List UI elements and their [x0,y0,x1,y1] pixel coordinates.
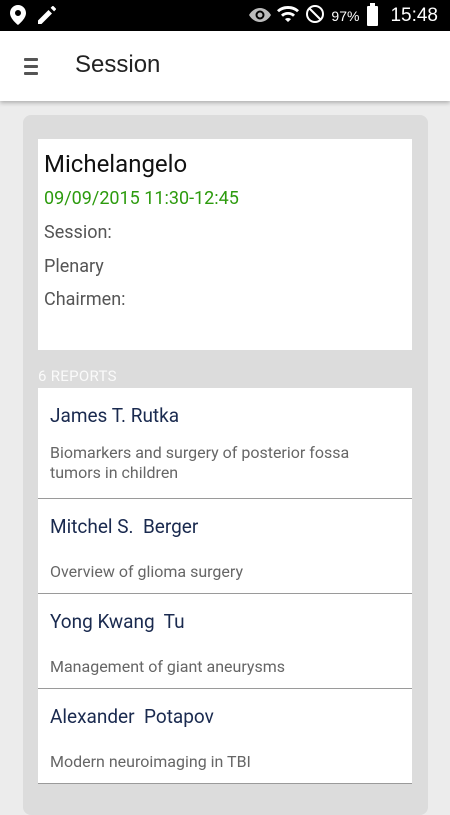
report-item[interactable]: Yong Kwang Tu Management of giant aneury… [38,594,412,689]
report-item[interactable]: Alexander Potapov Modern neuroimaging in… [38,689,412,784]
status-bar: 97% 15:48 [0,0,450,31]
session-value: Plenary [44,256,104,277]
session-name: Michelangelo [44,150,188,178]
session-info-card: Michelangelo 09/09/2015 11:30-12:45 Sess… [38,139,412,350]
chairmen-label: Chairmen: [44,289,126,310]
report-topic: Modern neuroimaging in TBI [50,752,251,771]
report-speaker: James T. Rutka [50,404,180,427]
battery-percent: 97% [331,8,360,24]
app-bar: Session [0,31,450,101]
reports-header: 6 REPORTS [38,367,117,385]
session-label: Session: [44,222,112,243]
eye-icon [249,7,272,26]
report-speaker: Mitchel S. Berger [50,515,199,538]
session-datetime: 09/09/2015 11:30-12:45 [44,188,239,209]
report-speaker: Alexander Potapov [50,705,214,728]
do-not-disturb-icon [305,4,325,28]
menu-icon[interactable] [24,58,38,76]
battery-icon [367,3,379,26]
report-item[interactable]: Mitchel S. Berger Overview of glioma sur… [38,499,412,594]
clock-time: 15:48 [390,5,438,26]
location-pin-icon [10,5,26,29]
report-topic: Management of giant aneurysms [50,657,286,676]
report-topic: Biomarkers and surgery of posterior foss… [50,443,350,482]
report-item[interactable]: James T. Rutka Biomarkers and surgery of… [38,388,412,499]
report-list: James T. Rutka Biomarkers and surgery of… [38,388,412,784]
page-title: Session [75,51,161,78]
report-topic: Overview of glioma surgery [50,562,244,581]
report-speaker: Yong Kwang Tu [50,610,185,633]
pencil-icon [38,6,56,28]
wifi-icon [277,4,300,28]
